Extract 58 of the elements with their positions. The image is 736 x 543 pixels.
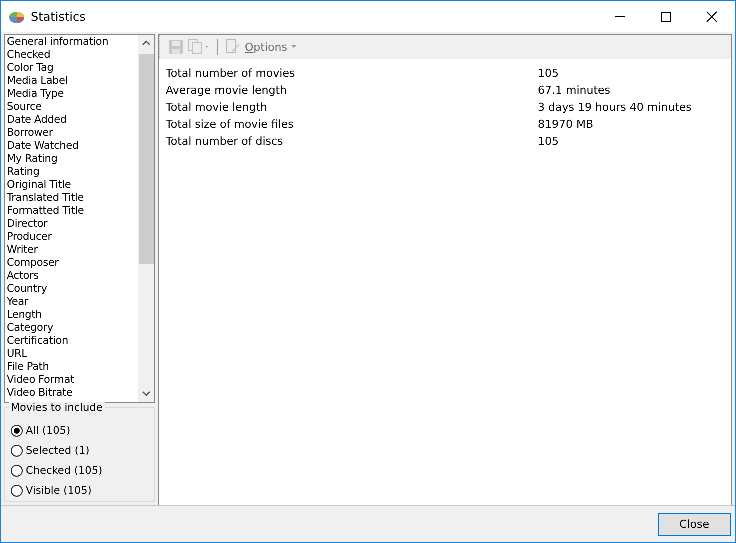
stat-name: Total number of movies xyxy=(166,67,296,80)
radio-button[interactable] xyxy=(11,445,23,457)
field-list-item[interactable]: Translated Title xyxy=(7,192,138,205)
radio-label[interactable]: Visible (105) xyxy=(26,485,92,497)
field-list-item[interactable]: Length xyxy=(7,309,138,322)
field-list-item[interactable]: Date Added xyxy=(7,114,138,127)
field-list-item[interactable]: Country xyxy=(7,283,138,296)
stat-value: 67.1 minutes xyxy=(538,84,611,97)
field-list-item[interactable]: Original Title xyxy=(7,179,138,192)
scroll-up-icon[interactable] xyxy=(142,40,150,46)
radio-button[interactable] xyxy=(11,425,23,437)
maximize-icon[interactable] xyxy=(660,10,672,22)
field-list-item[interactable]: Video Format xyxy=(7,374,138,387)
radio-button[interactable] xyxy=(11,485,23,497)
close-icon[interactable] xyxy=(706,10,718,22)
stat-value: 105 xyxy=(538,67,559,80)
field-list-item[interactable]: Rating xyxy=(7,166,138,179)
field-list-item[interactable]: Media Label xyxy=(7,75,138,88)
field-list-item[interactable]: Year xyxy=(7,296,138,309)
stat-name: Total movie length xyxy=(166,101,269,114)
radio-label[interactable]: All (105) xyxy=(26,425,71,437)
stat-name: Total size of movie files xyxy=(166,118,295,131)
window-title: Statistics xyxy=(31,10,86,24)
field-list-item[interactable]: Certification xyxy=(7,335,138,348)
field-list-item[interactable]: Video Bitrate xyxy=(7,387,138,400)
field-list-item[interactable]: Producer xyxy=(7,231,138,244)
field-list-item[interactable]: General information xyxy=(7,36,138,49)
pie-chart-icon xyxy=(9,10,25,24)
field-list-item[interactable]: Source xyxy=(7,101,138,114)
field-list-item[interactable]: Color Tag xyxy=(7,62,138,75)
field-list-item[interactable]: Borrower xyxy=(7,127,138,140)
stat-value: 81970 MB xyxy=(538,118,594,131)
field-list-item[interactable]: URL xyxy=(7,348,138,361)
field-list-item[interactable]: Checked xyxy=(7,49,138,62)
stat-name: Average movie length xyxy=(166,84,288,97)
field-list-item[interactable]: Date Watched xyxy=(7,140,138,153)
scrollbar[interactable] xyxy=(138,35,154,402)
radio-label[interactable]: Checked (105) xyxy=(26,465,103,477)
radio-button[interactable] xyxy=(11,465,23,477)
close-button[interactable]: Close xyxy=(658,512,731,536)
options-button[interactable]: Options xyxy=(225,39,298,55)
stat-value: 3 days 19 hours 40 minutes xyxy=(538,101,692,114)
stat-value: 105 xyxy=(538,135,559,148)
stat-name: Total number of discs xyxy=(166,135,284,148)
field-list-item[interactable]: Composer xyxy=(7,257,138,270)
scroll-down-icon[interactable] xyxy=(142,391,150,397)
field-list-item[interactable]: Director xyxy=(7,218,138,231)
group-title: Movies to include xyxy=(9,402,105,414)
field-list-item[interactable]: Media Type xyxy=(7,88,138,101)
caret-icon xyxy=(291,45,298,49)
field-list-item[interactable]: Actors xyxy=(7,270,138,283)
field-list-item[interactable]: File Path xyxy=(7,361,138,374)
field-list-item[interactable]: Category xyxy=(7,322,138,335)
radio-label[interactable]: Selected (1) xyxy=(26,445,90,457)
options-icon xyxy=(225,39,241,55)
field-list-item[interactable]: Formatted Title xyxy=(7,205,138,218)
field-list-item[interactable]: My Rating xyxy=(7,153,138,166)
field-list-item[interactable]: Writer xyxy=(7,244,138,257)
